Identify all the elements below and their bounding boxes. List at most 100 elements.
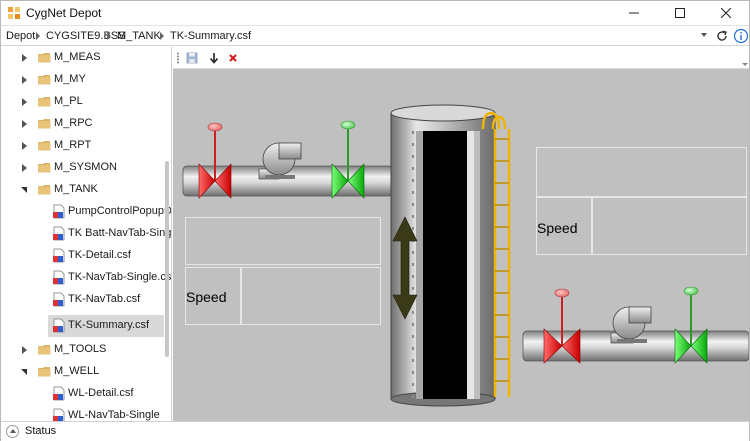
toolbar-grip[interactable] (177, 52, 179, 64)
inlet-pump-status-box (185, 217, 381, 265)
folder-icon (38, 185, 51, 195)
tree-item-label: TK-Detail.csf (68, 249, 131, 261)
tank-level-fill (423, 131, 467, 399)
tree-item-label: WL-Detail.csf (68, 387, 134, 399)
schematic-canvas: Speed Speed (173, 69, 749, 421)
folder-icon (38, 141, 51, 151)
minimize-icon (629, 12, 639, 14)
tree-item-label: WL-NavTab-Single (68, 409, 160, 421)
close-icon (721, 8, 731, 18)
inlet-speed-value (241, 267, 381, 325)
save-icon[interactable] (184, 50, 200, 66)
window-title: CygNet Depot (26, 6, 102, 20)
maximize-icon (675, 8, 685, 18)
chevron-right-icon[interactable] (36, 32, 40, 40)
tree-item-label: M_TOOLS (54, 343, 107, 355)
folder-icon (38, 53, 51, 63)
chevron-down-icon[interactable] (701, 33, 707, 37)
breadcrumb-item-site[interactable]: CYGSITE9.BSS (46, 30, 125, 42)
tree-item-file[interactable]: WL-NavTab-Single (1, 405, 164, 421)
status-label[interactable]: Status (25, 425, 56, 437)
file-icon (53, 408, 65, 421)
tree-item-label: M_SYSMON (54, 161, 117, 173)
status-bar: Status (1, 421, 749, 441)
tree-item-file-selected[interactable]: TK-Summary.csf (48, 315, 164, 337)
delete-icon[interactable] (225, 50, 241, 66)
tree-item-label: PumpControlPopupDl.csf (68, 205, 171, 217)
tree-item-label: M_PL (54, 95, 83, 107)
arrow-down-icon[interactable] (206, 50, 222, 66)
tree-item-m-my[interactable]: M_MY (1, 69, 164, 91)
minimize-button[interactable] (611, 1, 657, 25)
folder-icon (38, 119, 51, 129)
tree-item-label: M_MY (54, 73, 86, 85)
breadcrumb-item-file[interactable]: TK-Summary.csf (170, 30, 251, 42)
title-bar: CygNet Depot (1, 1, 749, 25)
folder-icon (38, 75, 51, 85)
folder-icon (38, 163, 51, 173)
tree-item-file[interactable]: WL-Detail.csf (1, 383, 164, 405)
tree-item-file[interactable]: PumpControlPopupDl.csf (1, 201, 171, 223)
info-icon[interactable] (733, 28, 749, 44)
outlet-speed-label: Speed (537, 220, 578, 236)
tree-item-label: TK Batt-NavTab-Single.csf (68, 227, 172, 239)
tree-item-file[interactable]: TK Batt-NavTab-Single.csf (1, 223, 171, 245)
outlet-speed-value (592, 197, 747, 255)
tree-item-m-tank[interactable]: M_TANK (1, 179, 164, 201)
tree-item-file[interactable]: TK-NavTab.csf (1, 289, 164, 311)
tree-item-file[interactable]: TK-NavTab-Single.csf (1, 267, 171, 289)
tree-item-m-well[interactable]: M_WELL (1, 361, 164, 383)
folder-icon (38, 367, 51, 377)
app-icon (8, 7, 20, 19)
tree-item-label: M_WELL (54, 365, 100, 377)
app-window: CygNet Depot Depot CYGSITE9.BSS M_TANK T… (0, 0, 750, 441)
tree-scrollbar[interactable] (165, 161, 169, 357)
expand-arrow-icon[interactable] (22, 54, 27, 62)
chevron-up-icon[interactable] (6, 425, 19, 438)
tree-item-label: TK-NavTab-Single.csf (68, 271, 172, 283)
folder-icon (38, 345, 51, 355)
tree-item-label: M_RPC (54, 117, 93, 129)
outlet-pump-status-box (536, 147, 747, 197)
tree-item-label: M_RPT (54, 139, 92, 151)
tree-item-m-rpt[interactable]: M_RPT (1, 135, 164, 157)
close-button[interactable] (703, 1, 749, 25)
expand-arrow-icon[interactable] (22, 76, 27, 84)
file-icon (53, 386, 65, 401)
collapse-arrow-icon[interactable] (21, 369, 27, 375)
tree-item-m-meas[interactable]: M_MEAS (1, 47, 164, 69)
expand-arrow-icon[interactable] (22, 120, 27, 128)
toolbar-overflow-icon[interactable] (742, 63, 748, 66)
tree-item-m-pl[interactable]: M_PL (1, 91, 164, 113)
inlet-speed-label: Speed (186, 289, 227, 305)
file-icon (53, 318, 65, 333)
expand-arrow-icon[interactable] (22, 98, 27, 106)
breadcrumb: Depot CYGSITE9.BSS M_TANK TK-Summary.csf (1, 25, 749, 46)
tree-item-file[interactable]: TK-Detail.csf (1, 245, 164, 267)
folder-icon (38, 97, 51, 107)
tree-item-m-rpc[interactable]: M_RPC (1, 113, 164, 135)
file-icon (53, 270, 65, 285)
tree-item-label: TK-NavTab.csf (68, 293, 141, 305)
file-icon (53, 204, 65, 219)
tree-item-label: M_TANK (54, 183, 98, 195)
tree-item-label: TK-Summary.csf (68, 319, 150, 331)
breadcrumb-item-folder[interactable]: M_TANK (117, 30, 161, 42)
chevron-right-icon[interactable] (160, 32, 164, 40)
maximize-button[interactable] (657, 1, 703, 25)
file-icon (53, 292, 65, 307)
expand-arrow-icon[interactable] (22, 346, 27, 354)
collapse-arrow-icon[interactable] (21, 187, 27, 193)
chevron-right-icon[interactable] (107, 32, 111, 40)
expand-arrow-icon[interactable] (22, 142, 27, 150)
expand-arrow-icon[interactable] (22, 164, 27, 172)
tree-item-m-sysmon[interactable]: M_SYSMON (1, 157, 164, 179)
tree-item-label: M_MEAS (54, 51, 101, 63)
breadcrumb-item-depot[interactable]: Depot (6, 30, 35, 42)
depot-tree[interactable]: M_MEAS M_MY M_PL M_RPC M_RPT M_SYSMON M_… (1, 47, 172, 421)
file-icon (53, 226, 65, 241)
refresh-icon[interactable] (714, 28, 730, 44)
file-icon (53, 248, 65, 263)
tree-item-m-tools[interactable]: M_TOOLS (1, 339, 164, 361)
document-toolbar (173, 47, 749, 69)
